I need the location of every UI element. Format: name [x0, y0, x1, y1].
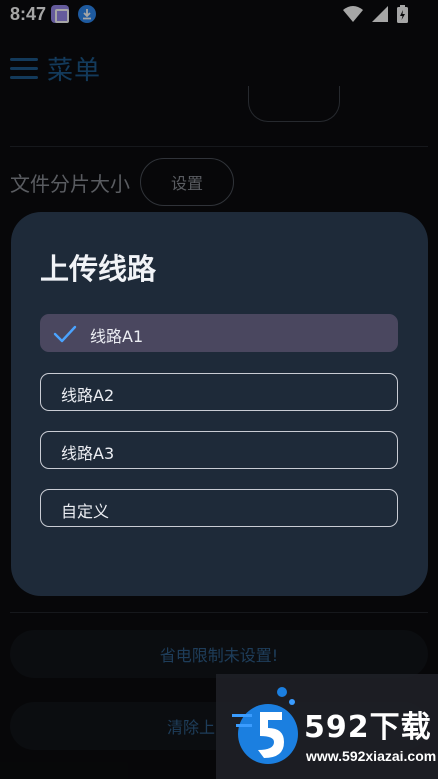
option-label: 线路A3 — [61, 444, 115, 463]
upload-route-dialog: 上传线路 线路A1 线路A2 线路A3 自定义 — [11, 212, 428, 596]
option-label: 自定义 — [61, 502, 110, 521]
option-label: 线路A1 — [90, 327, 144, 346]
check-icon — [53, 325, 77, 343]
route-option-a1[interactable]: 线路A1 — [40, 314, 398, 352]
watermark-url: www.592xiazai.com — [306, 748, 437, 764]
watermark-logo-icon — [232, 687, 298, 764]
route-option-a2[interactable]: 线路A2 — [40, 373, 398, 411]
route-option-custom[interactable]: 自定义 — [40, 489, 398, 527]
watermark: 592下载 www.592xiazai.com — [216, 674, 438, 779]
option-label: 线路A2 — [61, 386, 115, 405]
dialog-title: 上传线路 — [40, 252, 157, 286]
route-option-a3[interactable]: 线路A3 — [40, 431, 398, 469]
watermark-brand: 592下载 — [304, 710, 432, 745]
